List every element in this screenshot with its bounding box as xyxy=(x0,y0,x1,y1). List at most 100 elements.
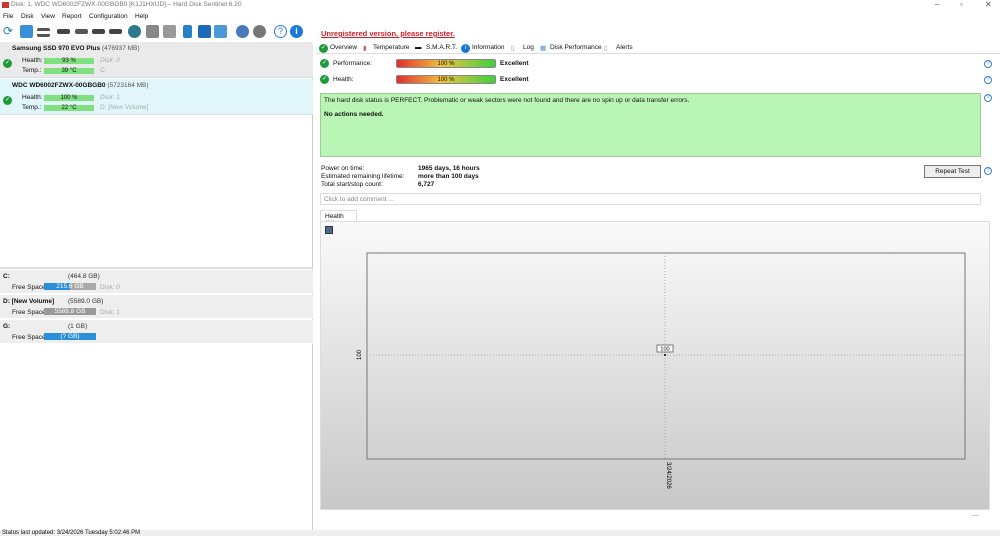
drive-letter: C: xyxy=(100,67,107,74)
power-on-value: 1965 days, 16 hours xyxy=(418,165,480,172)
performance-row: ✓ Performance: 100 % Excellent ? xyxy=(320,59,992,69)
log-icon: ▯ xyxy=(511,45,515,52)
tab-alerts[interactable]: Alerts xyxy=(616,44,633,51)
tab-overview[interactable]: Overview xyxy=(330,44,357,51)
menu-file[interactable]: File xyxy=(3,13,13,20)
health-bar: 100 % xyxy=(396,75,496,84)
email-icon[interactable] xyxy=(198,25,211,38)
health-label: Health: xyxy=(333,76,354,83)
lifetime-value: more than 100 days xyxy=(418,173,479,180)
report-icon[interactable] xyxy=(183,25,192,38)
temp-label: Temp.: xyxy=(22,104,42,111)
thermometer-icon: ▮ xyxy=(363,45,367,52)
window-title: Disk: 1, WDC WD6002FZWX-00GBGB0 [K1J1HXU… xyxy=(11,1,242,8)
volume-item-g[interactable]: G: (1 GB) Free Space (? GB) xyxy=(0,320,313,344)
volume-item-d[interactable]: D: [New Volume] (5589.0 GB) Free Space 55… xyxy=(0,295,313,319)
volume-disk: Disk: 0 xyxy=(100,284,120,291)
ok-check-icon: ✓ xyxy=(319,44,328,53)
menu-view[interactable]: View xyxy=(41,13,55,20)
data-point xyxy=(664,354,666,356)
disk-search-icon[interactable] xyxy=(109,29,122,34)
help-icon[interactable]: ? xyxy=(984,60,992,68)
health-label: Health: xyxy=(22,57,43,64)
menu-bar: File Disk View Report Configuration Help xyxy=(0,11,320,22)
status-message: The hard disk status is PERFECT. Problem… xyxy=(324,97,690,104)
tab-bar: ✓ Overview ▮ Temperature ▬ S.M.A.R.T. i … xyxy=(316,42,1000,54)
tab-health-chart[interactable]: Health (%) xyxy=(320,210,357,227)
backup-icon[interactable] xyxy=(128,25,141,38)
help-icon[interactable]: ? xyxy=(984,76,992,84)
disk-test-icon[interactable] xyxy=(75,29,88,34)
disk-item-1[interactable]: WDC WD6002FZWX-00GBGB0 (5723164 MB) ✓ He… xyxy=(0,79,313,115)
lifetime-label: Estimated remaining lifetime: xyxy=(321,173,405,180)
performance-label: Performance: xyxy=(333,60,373,67)
disk-number: Disk: 1 xyxy=(100,94,120,101)
x-tick-label: 3/24/2026 xyxy=(665,462,671,489)
volume-name: G: xyxy=(3,323,11,330)
tab-information[interactable]: Information xyxy=(472,44,505,51)
free-space-label: Free Space xyxy=(12,309,46,316)
start-stop-label: Total start/stop count: xyxy=(321,181,383,188)
help-icon[interactable]: ? xyxy=(274,25,287,38)
register-link[interactable]: Unregistered version, please register. xyxy=(321,29,455,38)
y-tick-label: 100 xyxy=(357,349,363,360)
power-on-label: Power on time: xyxy=(321,165,365,172)
info-icon[interactable]: i xyxy=(290,25,303,38)
alerts-icon: ▯ xyxy=(604,45,608,52)
menu-help[interactable]: Help xyxy=(135,13,148,20)
tab-disk-performance[interactable]: Disk Performance xyxy=(550,44,602,51)
refresh-icon[interactable]: ⟳ xyxy=(3,25,16,38)
volume-item-c[interactable]: C: (464.8 GB) Free Space 215.6 GB Disk: 0 xyxy=(0,270,313,294)
disk-icon[interactable] xyxy=(57,29,70,34)
help-icon[interactable]: ? xyxy=(984,167,992,175)
smart-icon: ▬ xyxy=(415,44,422,51)
menu-disk[interactable]: Disk xyxy=(21,13,34,20)
health-rating: Excellent xyxy=(500,76,529,83)
ok-check-icon: ✓ xyxy=(3,96,12,105)
start-stop-value: 6,727 xyxy=(418,181,435,188)
tools-icon[interactable] xyxy=(146,25,159,38)
disk-item-0[interactable]: Samsung SSD 970 EVO Plus (476937 MB) ✓ H… xyxy=(0,42,313,78)
disk-name: WDC WD6002FZWX-00GBGB0 xyxy=(12,82,106,89)
app-icon xyxy=(2,2,9,8)
free-space-bar: (? GB) xyxy=(44,333,96,340)
tab-smart[interactable]: S.M.A.R.T. xyxy=(426,44,457,51)
menu-configuration[interactable]: Configuration xyxy=(89,13,128,20)
health-chart: 100 3/24/2026 100 xyxy=(357,252,966,489)
menu-report[interactable]: Report xyxy=(62,13,82,20)
drive-icon[interactable] xyxy=(163,25,176,38)
title-bar: Disk: 1, WDC WD6002FZWX-00GBGB0 [K1J1HXU… xyxy=(0,0,1000,10)
disk-number: Disk: 0 xyxy=(100,57,120,64)
network-icon[interactable] xyxy=(214,25,227,38)
temp-bar: 22 °C xyxy=(44,105,94,111)
advanced-settings-icon[interactable] xyxy=(253,25,266,38)
volume-size: (5589.0 GB) xyxy=(68,298,104,305)
status-message-box: The hard disk status is PERFECT. Problem… xyxy=(320,93,981,157)
health-label: Health: xyxy=(22,94,43,101)
disk-size: (476937 MB) xyxy=(101,45,140,52)
disk-list-icon[interactable] xyxy=(37,28,50,37)
close-button[interactable]: ✕ xyxy=(985,0,992,9)
volume-size: (464.8 GB) xyxy=(68,273,100,280)
comment-input[interactable]: Click to add comment ... xyxy=(320,193,981,205)
refresh-all-icon[interactable] xyxy=(20,25,33,38)
disk-check-icon[interactable] xyxy=(92,29,105,34)
minimize-button[interactable]: – xyxy=(935,0,939,9)
help-icon[interactable]: ? xyxy=(984,94,992,102)
panel-divider[interactable] xyxy=(0,267,313,269)
volume-disk: Disk: 1 xyxy=(100,309,120,316)
ok-check-icon: ✓ xyxy=(3,59,12,68)
health-bar: 93 % xyxy=(44,58,94,64)
tab-log[interactable]: Log xyxy=(523,44,534,51)
resize-grip[interactable]: — xyxy=(972,512,979,519)
temp-bar: 39 °C xyxy=(44,68,94,74)
maximize-button[interactable]: ▫ xyxy=(960,0,963,9)
volume-size: (1 GB) xyxy=(68,323,88,330)
tab-temperature[interactable]: Temperature xyxy=(373,44,410,51)
free-space-bar: 215.6 GB xyxy=(44,283,96,290)
repeat-test-button[interactable]: Repeat Test xyxy=(924,165,981,178)
volume-name: D: [New Volume] xyxy=(3,298,55,305)
performance-icon: ▦ xyxy=(540,45,547,52)
settings-icon[interactable] xyxy=(236,25,249,38)
health-bar: 100 % xyxy=(44,95,94,101)
